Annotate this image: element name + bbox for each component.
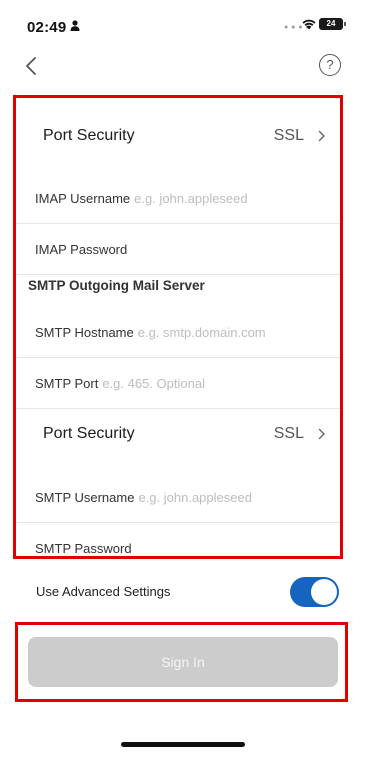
- chevron-right-icon: [318, 428, 325, 440]
- advanced-settings-label: Use Advanced Settings: [36, 584, 171, 599]
- smtp-port-security-row[interactable]: Port Security SSL: [14, 396, 342, 472]
- imap-port-security-label: Port Security: [43, 127, 135, 144]
- person-icon: [70, 20, 80, 31]
- wifi-icon: [302, 19, 316, 30]
- imap-username-label: IMAP Username: [35, 191, 131, 206]
- smtp-hostname-label: SMTP Hostname: [35, 325, 134, 340]
- sign-in-button[interactable]: Sign In: [28, 637, 338, 687]
- smtp-username-placeholder: e.g. john.appleseed: [138, 490, 252, 505]
- back-chevron-icon[interactable]: [22, 54, 42, 78]
- status-bar: 02:49 ● ● ● ● 24: [0, 0, 365, 44]
- smtp-port-label: SMTP Port: [35, 376, 99, 391]
- smtp-hostname-field[interactable]: SMTP Hostname e.g. smtp.domain.com: [14, 308, 342, 358]
- status-time: 02:49: [27, 19, 67, 36]
- imap-port-security-row[interactable]: Port Security SSL: [14, 98, 342, 174]
- smtp-hostname-placeholder: e.g. smtp.domain.com: [137, 325, 266, 340]
- smtp-username-label: SMTP Username: [35, 490, 135, 505]
- battery-icon: 24: [319, 18, 346, 30]
- smtp-section-header: SMTP Outgoing Mail Server: [28, 278, 205, 293]
- smtp-password-label: SMTP Password: [35, 541, 132, 556]
- smtp-port-placeholder: e.g. 465. Optional: [102, 376, 205, 391]
- imap-password-label: IMAP Password: [35, 242, 128, 257]
- smtp-port-security-label: Port Security: [43, 425, 135, 442]
- advanced-settings-toggle[interactable]: [290, 577, 339, 607]
- imap-username-field[interactable]: IMAP Username e.g. john.appleseed: [14, 174, 342, 224]
- toggle-knob: [311, 579, 337, 605]
- help-icon[interactable]: ?: [319, 54, 341, 76]
- smtp-password-field[interactable]: SMTP Password: [14, 524, 342, 558]
- home-indicator: [121, 742, 245, 747]
- smtp-username-field[interactable]: SMTP Username e.g. john.appleseed: [14, 473, 342, 523]
- chevron-right-icon: [318, 130, 325, 142]
- imap-username-placeholder: e.g. john.appleseed: [134, 191, 248, 206]
- server-settings-form[interactable]: Port Security SSL IMAP Username e.g. john…: [14, 96, 342, 558]
- imap-password-field[interactable]: IMAP Password: [14, 225, 342, 275]
- smtp-port-security-value: SSL: [273, 425, 304, 442]
- imap-port-security-value: SSL: [273, 127, 304, 144]
